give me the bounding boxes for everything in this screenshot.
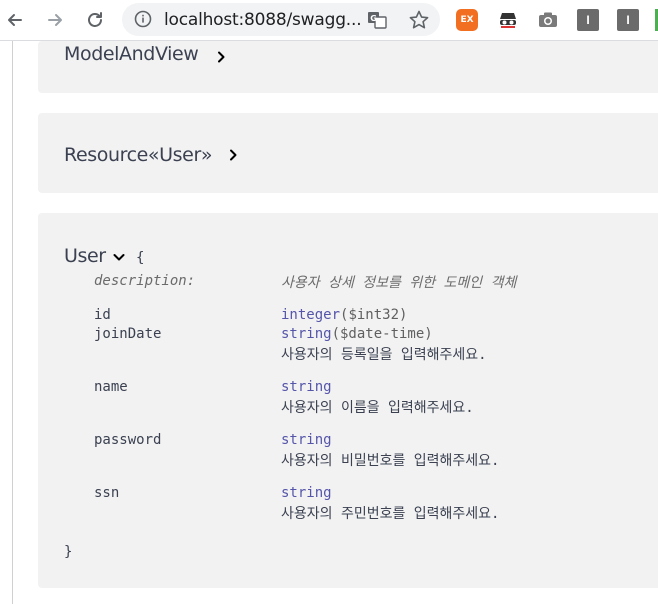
model-title[interactable]: Resource«User» bbox=[64, 144, 212, 166]
model-box-resource-user[interactable]: Resource«User» bbox=[38, 113, 658, 193]
property-name: password bbox=[94, 432, 162, 448]
property-name: ssn bbox=[94, 485, 120, 501]
section-border bbox=[12, 41, 13, 604]
reload-icon bbox=[88, 12, 102, 27]
address-bar[interactable]: localhost:8088/swagg... G bbox=[122, 3, 440, 36]
chevron-down-icon[interactable] bbox=[112, 250, 126, 264]
model-box-user: User { description: 사용자 상세 정보를 위한 도메인 객체… bbox=[38, 213, 658, 588]
reload-button[interactable] bbox=[83, 8, 107, 32]
open-brace: { bbox=[136, 250, 145, 266]
back-button[interactable] bbox=[3, 8, 27, 32]
property-description: 사용자의 등록일을 입력해주세요. bbox=[281, 347, 487, 363]
svg-text:G: G bbox=[370, 14, 377, 23]
property-type: integer($int32) bbox=[281, 307, 408, 323]
description-label: description: bbox=[94, 273, 196, 289]
property-description: 사용자의 비밀번호를 입력해주세요. bbox=[281, 453, 500, 469]
property-type: string bbox=[281, 432, 332, 448]
property-description: 사용자의 주민번호를 입력해주세요. bbox=[281, 506, 500, 522]
chevron-right-icon[interactable] bbox=[226, 148, 240, 162]
extension-incognito-icon[interactable] bbox=[497, 9, 519, 31]
model-description: 사용자 상세 정보를 위한 도메인 객체 bbox=[281, 275, 517, 291]
arrow-right-icon bbox=[48, 14, 62, 26]
property-type: string bbox=[281, 485, 332, 501]
browser-toolbar: localhost:8088/swagg... G EX I I bbox=[0, 0, 658, 40]
close-brace: } bbox=[64, 544, 73, 560]
bookmark-star-icon[interactable] bbox=[408, 9, 430, 31]
property-name: joinDate bbox=[94, 326, 162, 342]
model-box-modelandview[interactable]: ModelAndView bbox=[38, 41, 658, 93]
property-name: id bbox=[94, 307, 111, 323]
property-type: string bbox=[281, 379, 332, 395]
chevron-right-icon[interactable] bbox=[214, 50, 228, 64]
camera-icon[interactable] bbox=[537, 9, 559, 31]
extension-i-icon[interactable]: I bbox=[577, 9, 599, 31]
model-title[interactable]: ModelAndView bbox=[64, 43, 199, 65]
info-icon[interactable] bbox=[134, 10, 152, 28]
property-name: name bbox=[94, 379, 128, 395]
property-type: string($date-time) bbox=[281, 326, 433, 342]
property-description: 사용자의 이름을 입력해주세요. bbox=[281, 400, 474, 416]
forward-button[interactable] bbox=[43, 8, 67, 32]
extension-ex-icon[interactable]: EX bbox=[456, 9, 478, 31]
model-title[interactable]: User bbox=[64, 245, 106, 267]
extension-i-icon[interactable]: I bbox=[617, 9, 639, 31]
swagger-models-section: ModelAndView Resource«User» User { descr… bbox=[0, 41, 658, 604]
url-text[interactable]: localhost:8088/swagg... bbox=[164, 10, 362, 30]
translate-icon[interactable]: G bbox=[366, 9, 388, 31]
arrow-left-icon bbox=[8, 14, 22, 26]
